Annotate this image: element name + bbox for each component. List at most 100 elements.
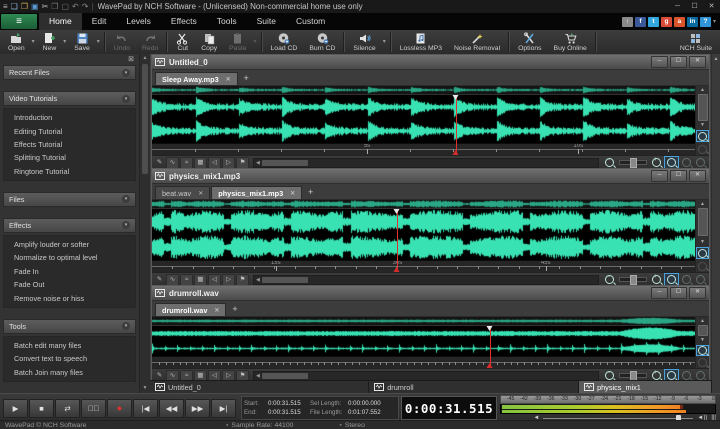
- vertical-scrollbar[interactable]: ▲▼: [695, 86, 709, 155]
- sidebar-item[interactable]: Fade In: [4, 265, 135, 278]
- playhead-marker[interactable]: [453, 150, 459, 155]
- app-menu-button[interactable]: ≡: [1, 14, 37, 29]
- zoom-vertical-button[interactable]: [694, 157, 707, 168]
- sidebar-item[interactable]: Introduction: [4, 111, 135, 124]
- linkedin-icon[interactable]: in: [687, 17, 698, 27]
- silence-button[interactable]: Silence: [347, 30, 387, 54]
- minimize-button[interactable]: ─: [669, 0, 686, 13]
- new-tab-button[interactable]: +: [303, 187, 318, 199]
- mdi-scroll-strip[interactable]: ▲: [711, 54, 720, 393]
- new-button[interactable]: New: [37, 30, 69, 54]
- vertical-zoom-out-button[interactable]: [697, 261, 708, 271]
- new-tab-button[interactable]: +: [239, 73, 254, 85]
- timeline-ruler[interactable]: [152, 356, 695, 368]
- tab-close-icon[interactable]: ✕: [226, 76, 231, 83]
- buy-online-button[interactable]: Buy Online: [548, 30, 593, 54]
- scrollbar-thumb[interactable]: [262, 160, 308, 166]
- sidebar-section-effects[interactable]: Effects▾: [3, 218, 136, 233]
- window-minimize-button[interactable]: ─: [651, 56, 668, 68]
- facebook-icon[interactable]: f: [635, 17, 646, 27]
- waveform-canvas[interactable]: [152, 209, 695, 260]
- tab-close-icon[interactable]: ✕: [290, 190, 295, 197]
- help-icon[interactable]: ?: [700, 17, 711, 27]
- tab-close-icon[interactable]: ✕: [214, 307, 219, 314]
- scroll-up-icon[interactable]: ▲: [143, 54, 148, 63]
- zoom-slider[interactable]: [619, 160, 647, 165]
- sidebar-item[interactable]: Amplify louder or softer: [4, 238, 135, 251]
- grid-view-icon[interactable]: ▦: [194, 274, 207, 286]
- sidebar-section-recent-files[interactable]: Recent Files▾: [3, 65, 136, 80]
- zoom-in-button[interactable]: +: [650, 274, 663, 285]
- window-titlebar[interactable]: Untitled_0─☐✕: [152, 55, 709, 70]
- window-close-button[interactable]: ✕: [689, 56, 706, 68]
- taskbar-tab-physics_mix1[interactable]: physics_mix1: [579, 381, 712, 393]
- playhead-marker[interactable]: [394, 267, 400, 272]
- playhead-handle[interactable]: [453, 95, 459, 100]
- sidebar-close-icon[interactable]: ⊠: [126, 55, 136, 63]
- horizontal-scrollbar[interactable]: ◀: [253, 371, 599, 381]
- sidebar-scrollbar[interactable]: ▲ ▼: [139, 54, 150, 393]
- window-titlebar[interactable]: physics_mix1.mp3─☐✕: [152, 169, 709, 184]
- sidebar-item[interactable]: Ringtone Tutorial: [4, 165, 135, 178]
- sidebar-section-video-tutorials[interactable]: Video Tutorials▾: [3, 91, 136, 106]
- loop-button[interactable]: ⇄: [55, 399, 80, 418]
- scrollbar-thumb[interactable]: [262, 373, 308, 379]
- scrollbar-thumb[interactable]: [262, 277, 308, 283]
- window-minimize-button[interactable]: ─: [651, 170, 668, 182]
- vertical-zoom-in-button[interactable]: [696, 247, 709, 259]
- file-tab[interactable]: physics_mix1.mp3✕: [211, 186, 302, 199]
- window-close-button[interactable]: ✕: [689, 287, 706, 299]
- share-icon[interactable]: a: [674, 17, 685, 27]
- menu-tab-tools[interactable]: Tools: [207, 13, 247, 30]
- sidebar-item[interactable]: Editing Tutorial: [4, 124, 135, 137]
- scrollbar-thumb[interactable]: [698, 94, 708, 121]
- zoom-out-button[interactable]: −: [603, 157, 616, 168]
- stop-button[interactable]: ■: [29, 399, 54, 418]
- options-button[interactable]: Options: [512, 30, 547, 54]
- bookmark-icon[interactable]: ⚑: [236, 274, 249, 286]
- go-start-button[interactable]: |◀: [133, 399, 158, 418]
- vertical-scrollbar[interactable]: ▲▼: [695, 200, 709, 272]
- waveform-canvas[interactable]: [152, 95, 695, 143]
- playhead-handle[interactable]: [394, 209, 400, 214]
- scrollbar-thumb[interactable]: [698, 208, 708, 236]
- scroll-left-icon[interactable]: ◀: [254, 373, 262, 379]
- zoom-in-button[interactable]: +: [650, 157, 663, 168]
- timeline-ruler[interactable]: 15s30s45s: [152, 260, 695, 272]
- close-button[interactable]: ✕: [703, 0, 720, 13]
- window-maximize-button[interactable]: ☐: [670, 170, 687, 182]
- sidebar-section-tools[interactable]: Tools▾: [3, 319, 136, 334]
- cut-button[interactable]: Cut: [170, 30, 195, 54]
- edit-pencil-icon[interactable]: ✎: [154, 158, 165, 168]
- overview-strip[interactable]: [152, 317, 695, 326]
- marker-prev-icon[interactable]: ◁: [208, 157, 221, 169]
- scroll-down-icon[interactable]: ▼: [143, 384, 148, 393]
- nch-suite-button[interactable]: NCH Suite: [674, 30, 718, 54]
- menu-tab-suite[interactable]: Suite: [247, 13, 286, 30]
- like-icon[interactable]: ↑: [622, 17, 633, 27]
- marker-prev-icon[interactable]: ◁: [208, 274, 221, 286]
- scroll-up-icon[interactable]: ▲: [700, 200, 705, 208]
- zoom-full-button[interactable]: [680, 274, 693, 285]
- playhead-handle[interactable]: [486, 326, 492, 331]
- tab-close-icon[interactable]: ✕: [198, 190, 203, 197]
- lossless-mp3-button[interactable]: Lossless MP3: [394, 30, 448, 54]
- app-menu-icon[interactable]: ≡: [3, 2, 8, 11]
- open-file-icon[interactable]: ❐: [21, 2, 28, 11]
- vertical-scrollbar[interactable]: ▲▼: [695, 317, 709, 368]
- fast-forward-button[interactable]: ▶▶: [185, 399, 210, 418]
- window-maximize-button[interactable]: ☐: [670, 56, 687, 68]
- sidebar-item[interactable]: Remove noise or hiss: [4, 291, 135, 304]
- menu-tab-edit[interactable]: Edit: [82, 13, 117, 30]
- sidebar-item[interactable]: Batch Join many files: [4, 366, 135, 379]
- rewind-button[interactable]: ◀◀: [159, 399, 184, 418]
- menu-tab-custom[interactable]: Custom: [286, 13, 335, 30]
- sidebar-item[interactable]: Effects Tutorial: [4, 138, 135, 151]
- scroll-left-icon[interactable]: ◀: [254, 160, 262, 166]
- playhead-marker[interactable]: [486, 363, 492, 368]
- scrollbar-thumb[interactable]: [698, 325, 708, 336]
- record-button[interactable]: ●: [107, 399, 132, 418]
- sidebar-item[interactable]: Splitting Tutorial: [4, 151, 135, 164]
- save-file-icon[interactable]: ▣: [31, 2, 39, 11]
- googleplus-icon[interactable]: g: [661, 17, 672, 27]
